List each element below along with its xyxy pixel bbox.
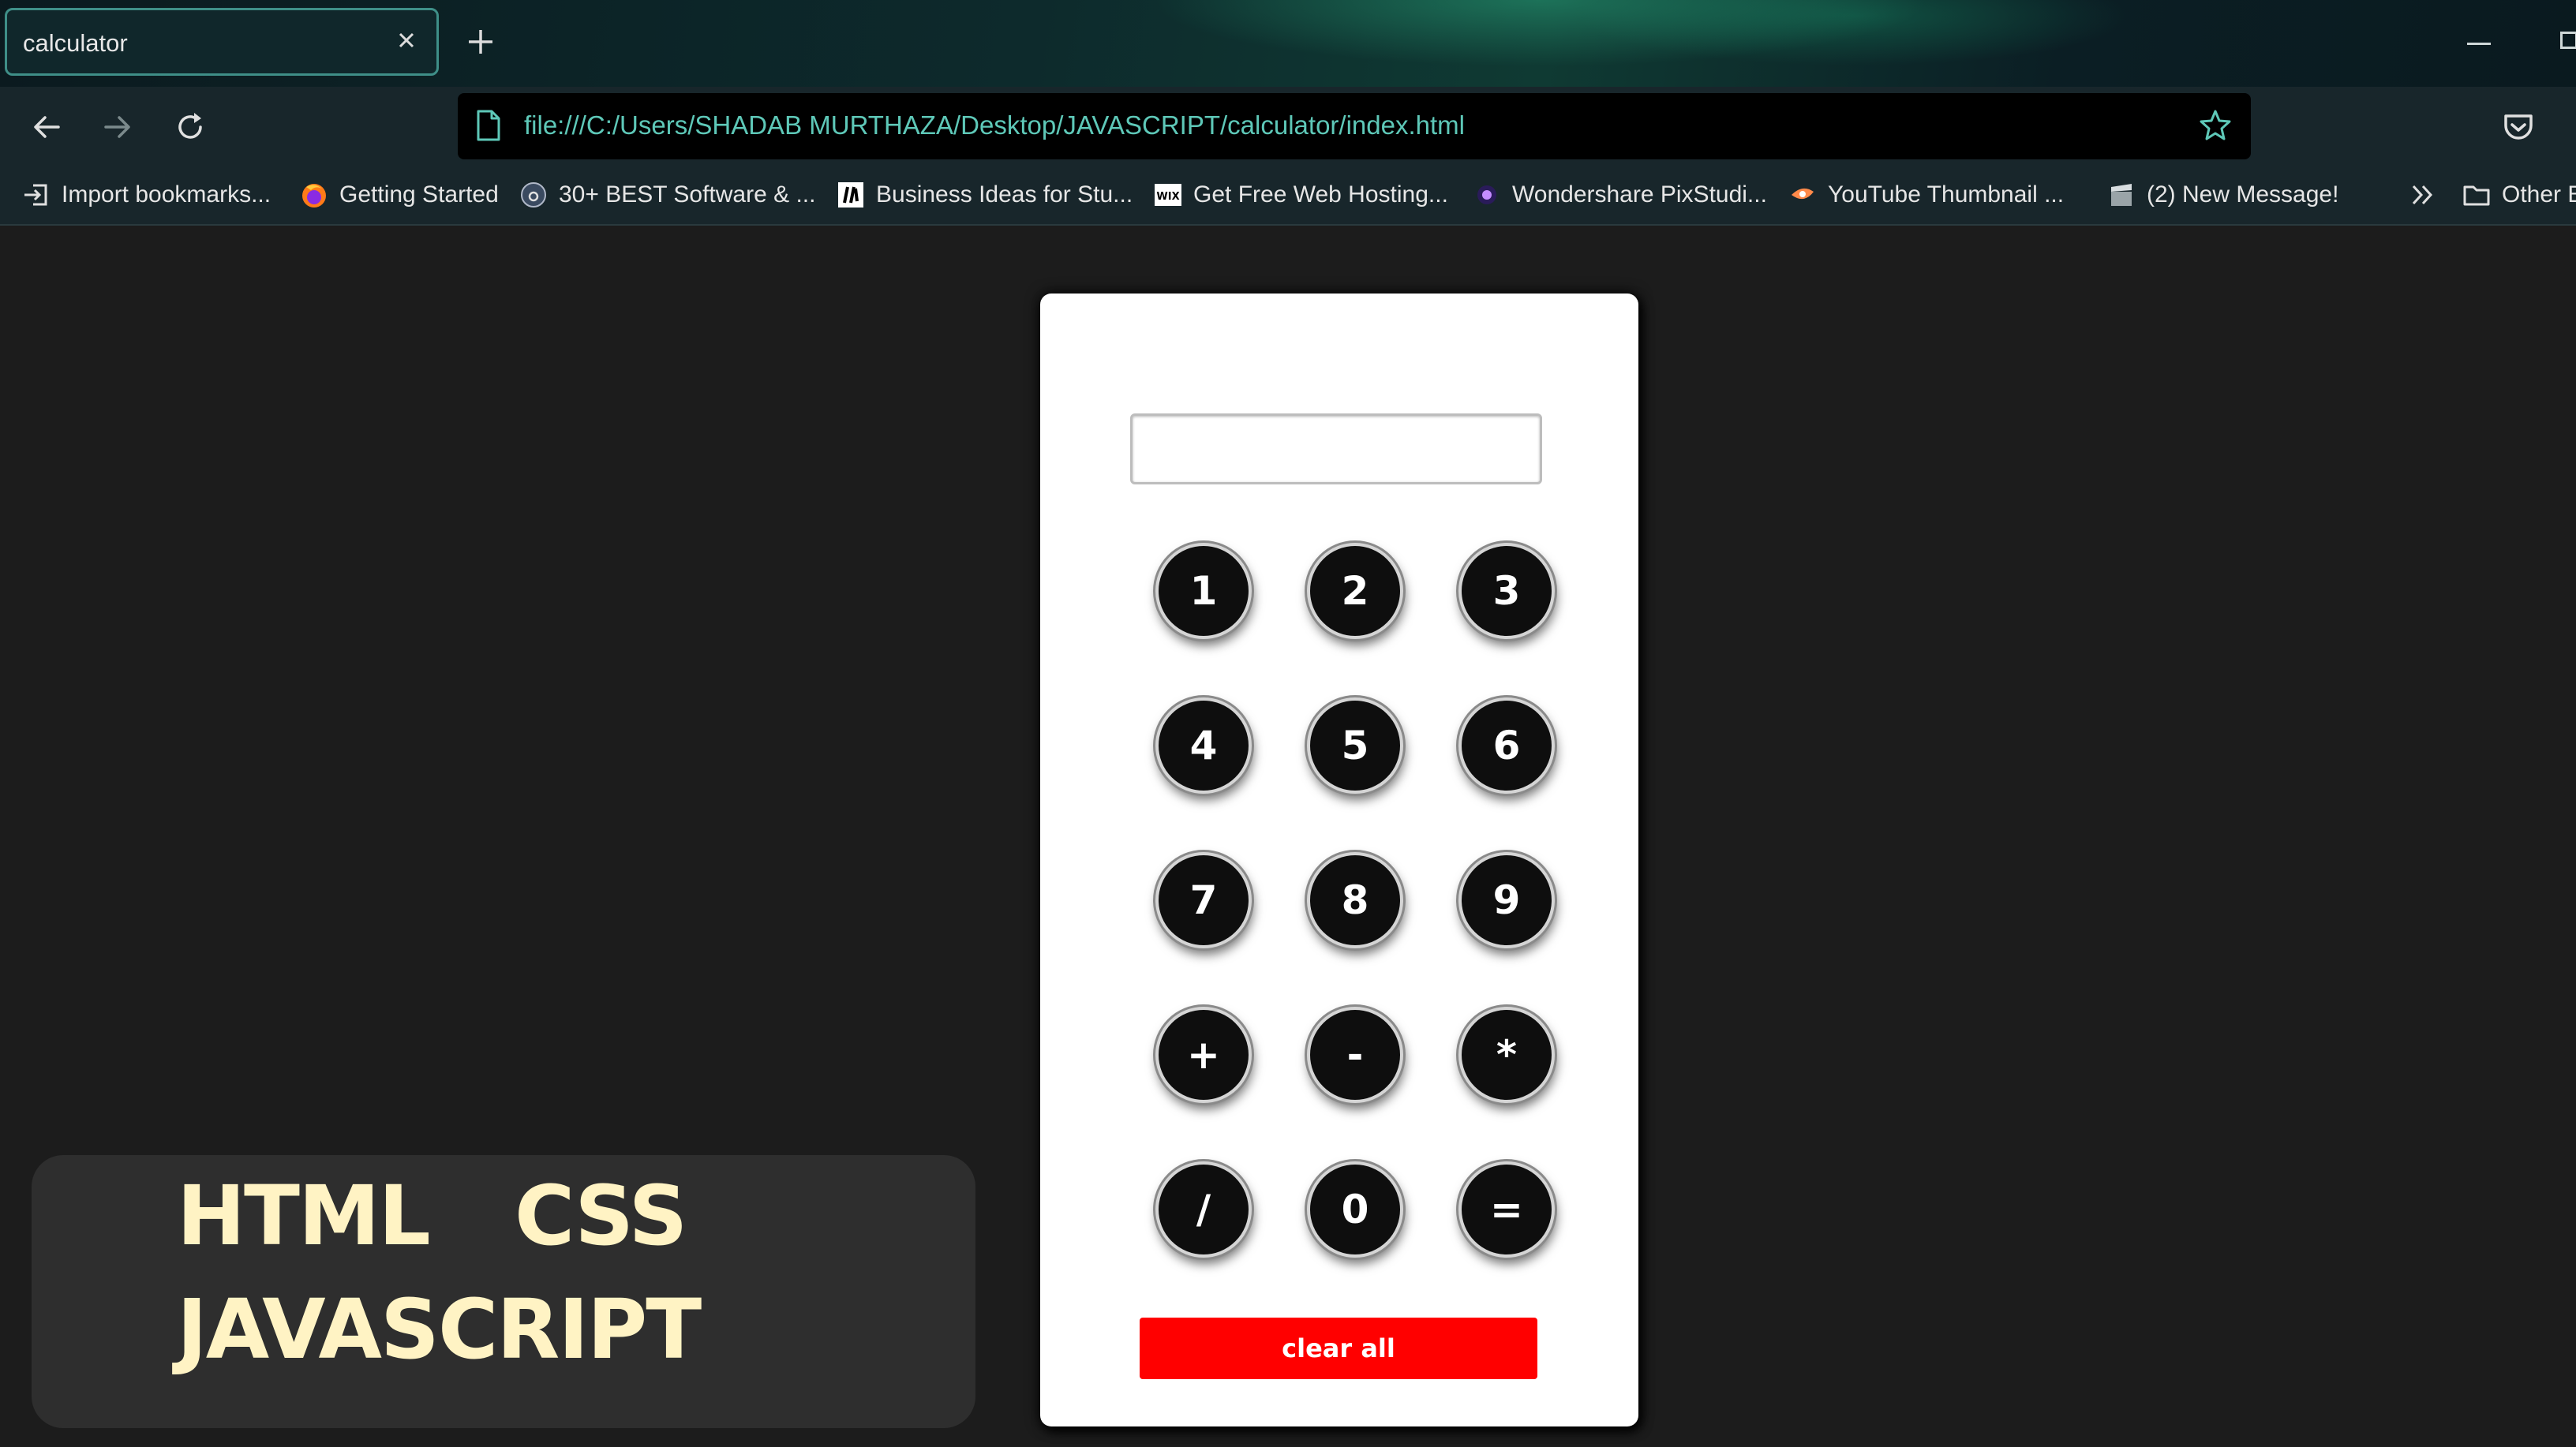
forward-icon[interactable] — [99, 109, 136, 145]
tab-calculator[interactable]: calculator — [5, 8, 439, 76]
bookmark-new-message[interactable]: (2) New Message! — [2107, 177, 2338, 213]
folder-icon — [2463, 185, 2490, 206]
key-5[interactable]: 5 — [1307, 697, 1403, 794]
tech-label-html: HTML — [177, 1168, 431, 1264]
tech-badge: HTML CSS JAVASCRIPT — [32, 1155, 975, 1428]
tech-label-css: CSS — [515, 1168, 687, 1264]
bookmark-import[interactable]: Import bookmarks... — [22, 177, 271, 213]
key-4[interactable]: 4 — [1155, 697, 1252, 794]
maximize-icon[interactable] — [2560, 32, 2576, 49]
clapper-icon — [2111, 184, 2132, 206]
wix-icon: WIX — [1155, 184, 1181, 206]
pixstudio-icon — [1477, 185, 1496, 204]
bookmark-other[interactable]: Other B — [2462, 177, 2576, 213]
key-8[interactable]: 8 — [1307, 852, 1403, 948]
key-plus[interactable]: + — [1155, 1007, 1252, 1103]
bookmark-business-ideas[interactable]: Business Ideas for Stu... — [837, 177, 1133, 213]
key-3[interactable]: 3 — [1458, 543, 1555, 639]
minimize-icon[interactable] — [2467, 43, 2491, 45]
pocket-icon[interactable] — [2500, 109, 2537, 145]
key-equals[interactable]: = — [1458, 1161, 1555, 1258]
clear-all-button[interactable]: clear all — [1140, 1318, 1537, 1379]
bookmark-free-hosting[interactable]: WIX Get Free Web Hosting... — [1154, 177, 1448, 213]
key-minus[interactable]: - — [1307, 1007, 1403, 1103]
url-text: file:///C:/Users/SHADAB MURTHAZA/Desktop… — [524, 110, 1465, 140]
key-2[interactable]: 2 — [1307, 543, 1403, 639]
bookmark-best-software[interactable]: 30+ BEST Software & ... — [519, 177, 815, 213]
navigation-bar: file:///C:/Users/SHADAB MURTHAZA/Desktop… — [0, 87, 2576, 166]
bookmark-youtube-thumbnail[interactable]: YouTube Thumbnail ... — [1788, 177, 2064, 213]
calculator-display[interactable] — [1130, 413, 1542, 484]
calculator-card: 1 2 3 4 5 6 7 8 9 + - * / 0 = clear all — [1040, 294, 1638, 1426]
tab-title: calculator — [23, 29, 128, 57]
address-bar[interactable]: file:///C:/Users/SHADAB MURTHAZA/Desktop… — [458, 93, 2251, 159]
svg-text:WIX: WIX — [1156, 191, 1179, 203]
circle-logo-icon — [521, 182, 546, 208]
site-logo-icon — [838, 182, 863, 208]
thumbnail-icon — [1792, 188, 1814, 200]
file-icon — [477, 110, 500, 141]
close-icon[interactable] — [391, 24, 422, 56]
import-icon — [24, 184, 47, 206]
tech-label-javascript: JAVASCRIPT — [177, 1281, 702, 1378]
star-icon[interactable] — [2197, 107, 2233, 144]
new-tab-icon[interactable] — [464, 25, 497, 58]
key-6[interactable]: 6 — [1458, 697, 1555, 794]
key-1[interactable]: 1 — [1155, 543, 1252, 639]
reload-icon[interactable] — [172, 109, 208, 145]
key-0[interactable]: 0 — [1307, 1161, 1403, 1258]
bookmark-getting-started[interactable]: Getting Started — [300, 177, 499, 213]
back-icon[interactable] — [28, 109, 65, 145]
bookmark-pixstudio[interactable]: Wondershare PixStudi... — [1473, 177, 1767, 213]
title-bar: calculator — [0, 0, 2576, 87]
chevrons-right-icon[interactable] — [2407, 180, 2437, 210]
firefox-icon — [302, 184, 326, 208]
key-divide[interactable]: / — [1155, 1161, 1252, 1258]
bookmarks-bar: Import bookmarks... Getting Started 30+ … — [0, 166, 2576, 226]
key-9[interactable]: 9 — [1458, 852, 1555, 948]
key-multiply[interactable]: * — [1458, 1007, 1555, 1103]
key-7[interactable]: 7 — [1155, 852, 1252, 948]
